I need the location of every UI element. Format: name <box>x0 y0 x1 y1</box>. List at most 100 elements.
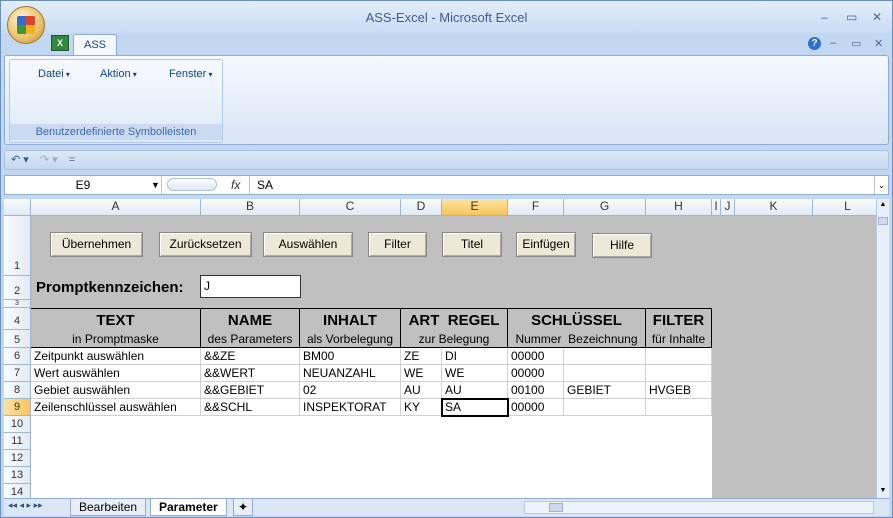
filter-button[interactable]: Filter <box>368 232 427 257</box>
table-cell[interactable]: Zeilenschlüssel auswählen <box>31 399 201 416</box>
expand-formula-icon[interactable]: ⌄ <box>874 176 888 194</box>
table-cell[interactable] <box>646 399 712 416</box>
select-all-corner[interactable] <box>4 199 31 216</box>
maximize-button[interactable]: ▭ <box>846 10 857 24</box>
formula-divider-handle[interactable] <box>167 178 217 191</box>
doc-minimize-button[interactable]: – <box>830 37 836 49</box>
col-header-k[interactable]: K <box>735 199 813 216</box>
table-cell[interactable]: Zeitpunkt auswählen <box>31 348 201 365</box>
close-button[interactable]: ✕ <box>872 10 882 24</box>
table-cell[interactable]: WE <box>401 365 442 382</box>
row-header-1[interactable]: 1 <box>4 216 31 276</box>
table-cell[interactable] <box>564 399 646 416</box>
name-box[interactable]: E9 <box>5 176 162 194</box>
prompt-input[interactable]: J <box>200 275 301 298</box>
doc-restore-button[interactable]: ▭ <box>851 37 861 50</box>
scroll-up-icon[interactable]: ▲ <box>878 201 888 211</box>
menu-datei[interactable]: Datei <box>38 68 70 80</box>
uebernehmen-button[interactable]: Übernehmen <box>50 232 143 257</box>
table-cell[interactable]: 00100 <box>508 382 564 399</box>
col-header-l[interactable]: L <box>813 199 876 216</box>
table-cell[interactable]: AU <box>442 382 508 399</box>
table-cell[interactable]: &&GEBIET <box>201 382 300 399</box>
einfuegen-button[interactable]: Einfügen <box>516 232 576 257</box>
table-cell[interactable]: Wert auswählen <box>31 365 201 382</box>
active-cell-e9[interactable] <box>441 398 509 417</box>
fx-icon[interactable]: fx <box>231 176 240 194</box>
col-header-j[interactable]: J <box>721 199 735 216</box>
hscroll-thumb[interactable] <box>549 503 563 512</box>
row-header-14[interactable]: 14 <box>4 484 31 499</box>
table-cell[interactable]: 00000 <box>508 399 564 416</box>
table-cell[interactable]: &&WERT <box>201 365 300 382</box>
customize-qat-icon[interactable]: = <box>69 154 75 166</box>
titel-button[interactable]: Titel <box>442 232 502 257</box>
table-cell[interactable]: &&SCHL <box>201 399 300 416</box>
sheet-tab-bearbeiten[interactable]: Bearbeiten <box>70 499 147 516</box>
col-header-a[interactable]: A <box>31 199 201 216</box>
row-header-13[interactable]: 13 <box>4 467 31 484</box>
col-header-b[interactable]: B <box>201 199 300 216</box>
row-header-3[interactable]: 3 <box>4 300 31 308</box>
scroll-thumb[interactable] <box>878 217 888 225</box>
vertical-scrollbar[interactable]: ▲ ▼ <box>876 199 889 499</box>
table-cell[interactable]: BM00 <box>300 348 401 365</box>
sheet-tab-parameter[interactable]: Parameter <box>150 499 227 516</box>
table-cell[interactable] <box>646 348 712 365</box>
table-cell[interactable]: ZE <box>401 348 442 365</box>
table-cell[interactable] <box>646 365 712 382</box>
table-cell[interactable]: NEUANZAHL <box>300 365 401 382</box>
chevron-down-icon[interactable]: ▼ <box>151 176 160 194</box>
row-header-10[interactable]: 10 <box>4 416 31 433</box>
redo-icon[interactable]: ↷ ▾ <box>40 154 58 166</box>
row-header-4[interactable]: 4 <box>4 308 31 330</box>
scroll-down-icon[interactable]: ▼ <box>878 487 888 497</box>
table-cell[interactable]: DI <box>442 348 508 365</box>
tab-ass[interactable]: ASS <box>73 34 117 56</box>
row-header-6[interactable]: 6 <box>4 348 31 365</box>
table-cell[interactable]: HVGEB <box>646 382 712 399</box>
table-cell[interactable]: AU <box>401 382 442 399</box>
col-header-e[interactable]: E <box>442 199 508 216</box>
row-header-12[interactable]: 12 <box>4 450 31 467</box>
row-header-8[interactable]: 8 <box>4 382 31 399</box>
minimize-button[interactable]: – <box>821 10 828 24</box>
row-header-7[interactable]: 7 <box>4 365 31 382</box>
formula-input[interactable]: SA <box>257 176 273 194</box>
horizontal-scrollbar[interactable] <box>524 501 874 514</box>
menu-aktion[interactable]: Aktion <box>100 68 137 80</box>
table-cell[interactable] <box>564 365 646 382</box>
col-header-g[interactable]: G <box>564 199 646 216</box>
spreadsheet-grid[interactable]: A B C D E F G H I J K L 1 2 3 4 5 6 7 8 … <box>4 199 876 499</box>
table-cell[interactable]: INSPEKTORAT <box>300 399 401 416</box>
insert-sheet-icon[interactable]: ✦ <box>233 499 254 516</box>
row-header-2[interactable]: 2 <box>4 276 31 300</box>
col-header-d[interactable]: D <box>401 199 442 216</box>
table-cell[interactable]: KY <box>401 399 442 416</box>
table-cell[interactable]: 00000 <box>508 365 564 382</box>
table-cell[interactable]: &&ZE <box>201 348 300 365</box>
row-header-5[interactable]: 5 <box>4 330 31 348</box>
col-header-c[interactable]: C <box>300 199 401 216</box>
col-header-i[interactable]: I <box>712 199 721 216</box>
table-cell[interactable]: GEBIET <box>564 382 646 399</box>
table-cell[interactable]: Gebiet auswählen <box>31 382 201 399</box>
undo-icon[interactable]: ↶ ▾ <box>11 154 29 166</box>
zuruecksetzen-button[interactable]: Zurücksetzen <box>159 232 252 257</box>
hilfe-button[interactable]: Hilfe <box>592 233 652 258</box>
doc-close-button[interactable]: ✕ <box>874 37 883 50</box>
table-cell[interactable]: 02 <box>300 382 401 399</box>
office-button[interactable] <box>7 6 45 44</box>
sheet-nav-icons[interactable]: ◂◂ ◂ ▸ ▸▸ <box>8 500 43 511</box>
col-header-f[interactable]: F <box>508 199 564 216</box>
table-cell[interactable] <box>564 348 646 365</box>
menu-fenster[interactable]: Fenster <box>169 68 213 80</box>
help-icon[interactable]: ? <box>808 37 821 50</box>
col-header-h[interactable]: H <box>646 199 712 216</box>
table-cell[interactable]: 00000 <box>508 348 564 365</box>
auswaehlen-button[interactable]: Auswählen <box>263 232 353 257</box>
empty-rows[interactable] <box>31 416 712 499</box>
row-header-11[interactable]: 11 <box>4 433 31 450</box>
table-cell[interactable]: WE <box>442 365 508 382</box>
row-header-9[interactable]: 9 <box>4 399 31 416</box>
